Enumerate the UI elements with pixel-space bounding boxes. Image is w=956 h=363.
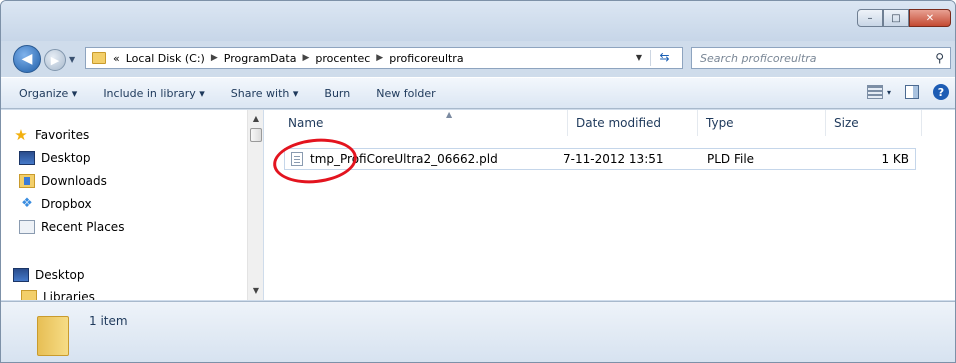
- folder-icon-large: [37, 316, 69, 356]
- minimize-button[interactable]: –: [857, 9, 883, 27]
- breadcrumb-separator-icon[interactable]: ▶: [299, 53, 312, 63]
- address-row: ◀ ▶ ▼ « Local Disk (C:) ▶ ProgramData ▶ …: [1, 43, 955, 73]
- sidebar-item-desktop[interactable]: Desktop: [19, 151, 91, 165]
- command-bar: Organize ▾ Include in library ▾ Share wi…: [1, 77, 955, 109]
- back-button[interactable]: ◀: [13, 45, 41, 73]
- search-icon[interactable]: ⚲: [935, 51, 944, 65]
- forward-button[interactable]: ▶: [44, 49, 66, 71]
- libraries-icon: [21, 290, 37, 300]
- refresh-icon[interactable]: ⇆: [650, 50, 678, 66]
- table-row[interactable]: tmp_ProfiCoreUltra2_06662.pld 7-11-2012 …: [284, 148, 916, 170]
- breadcrumb: « Local Disk (C:) ▶ ProgramData ▶ procen…: [110, 52, 467, 65]
- details-pane: 1 item: [1, 301, 955, 362]
- breadcrumb-overflow[interactable]: «: [110, 52, 123, 65]
- sidebar-item-desktop-root[interactable]: Desktop: [13, 268, 85, 282]
- scrollbar-thumb[interactable]: [250, 128, 262, 142]
- window-controls: – □ ✕: [857, 9, 951, 27]
- file-size-cell: 1 KB: [881, 152, 909, 166]
- sidebar-item-downloads[interactable]: Downloads: [19, 174, 107, 188]
- breadcrumb-separator-icon[interactable]: ▶: [208, 53, 221, 63]
- maximize-button[interactable]: □: [883, 9, 909, 27]
- sidebar-item-label: Dropbox: [41, 197, 92, 211]
- breadcrumb-local-disk[interactable]: Local Disk (C:): [123, 52, 208, 65]
- share-with-button[interactable]: Share with ▾: [231, 87, 299, 100]
- sidebar-item-dropbox[interactable]: ❖ Dropbox: [19, 196, 92, 212]
- explorer-window: – □ ✕ ◀ ▶ ▼ « Local Disk (C:) ▶ ProgramD…: [0, 0, 956, 363]
- navigation-pane: ★ Favorites Desktop Downloads ❖ Dropbox …: [1, 110, 263, 300]
- view-dropdown-icon: ▾: [886, 87, 891, 97]
- file-date-cell: 7-11-2012 13:51: [563, 152, 664, 166]
- file-list: ▲ Name Date modified Type Size tmp_Profi…: [264, 110, 955, 300]
- close-button[interactable]: ✕: [909, 9, 951, 27]
- sidebar-item-label: Favorites: [35, 128, 90, 142]
- recent-places-icon: [19, 220, 35, 234]
- item-count: 1 item: [89, 314, 128, 328]
- help-icon[interactable]: ?: [933, 84, 949, 100]
- scroll-up-icon[interactable]: ▲: [248, 112, 264, 126]
- change-view-button[interactable]: ▾: [866, 85, 891, 99]
- breadcrumb-separator-icon[interactable]: ▶: [373, 53, 386, 63]
- dropbox-icon: ❖: [21, 196, 33, 211]
- sidebar-item-label: Libraries: [43, 290, 95, 300]
- sidebar-item-libraries[interactable]: Libraries: [21, 290, 95, 300]
- preview-pane-icon[interactable]: [905, 85, 919, 99]
- address-dropdown-icon[interactable]: ▼: [636, 53, 642, 62]
- column-header-type[interactable]: Type: [698, 110, 826, 136]
- breadcrumb-programdata[interactable]: ProgramData: [221, 52, 300, 65]
- desktop-icon: [19, 151, 35, 165]
- title-bar: – □ ✕: [1, 1, 955, 41]
- scroll-down-icon[interactable]: ▼: [248, 284, 264, 298]
- organize-button[interactable]: Organize ▾: [19, 87, 77, 100]
- recent-pages-dropdown[interactable]: ▼: [69, 55, 75, 64]
- sidebar-item-favorites[interactable]: ★ Favorites: [13, 126, 90, 144]
- sidebar-item-recent-places[interactable]: Recent Places: [19, 220, 124, 234]
- search-placeholder: Search proficoreultra: [700, 51, 817, 65]
- star-icon: ★: [14, 126, 28, 144]
- desktop-icon: [13, 268, 29, 282]
- column-header-name[interactable]: Name: [280, 110, 568, 136]
- sidebar-item-label: Desktop: [35, 268, 85, 282]
- folder-icon: [92, 52, 106, 64]
- column-header-date-modified[interactable]: Date modified: [568, 110, 698, 136]
- breadcrumb-proficoreultra[interactable]: proficoreultra: [386, 52, 466, 65]
- column-header-size[interactable]: Size: [826, 110, 922, 136]
- downloads-icon: [19, 174, 35, 188]
- search-input[interactable]: Search proficoreultra ⚲: [691, 47, 951, 69]
- file-type-cell: PLD File: [707, 152, 755, 166]
- sidebar-item-label: Recent Places: [41, 220, 125, 234]
- include-in-library-button[interactable]: Include in library ▾: [103, 87, 204, 100]
- navigation-scrollbar[interactable]: ▲ ▼: [247, 110, 263, 300]
- burn-button[interactable]: Burn: [324, 87, 350, 100]
- breadcrumb-procentec[interactable]: procentec: [312, 52, 373, 65]
- view-icon: [866, 85, 883, 99]
- view-controls: ▾ ?: [866, 84, 949, 100]
- sidebar-item-label: Desktop: [41, 151, 91, 165]
- address-bar[interactable]: « Local Disk (C:) ▶ ProgramData ▶ procen…: [85, 47, 683, 69]
- new-folder-button[interactable]: New folder: [376, 87, 435, 100]
- sidebar-item-label: Downloads: [41, 174, 107, 188]
